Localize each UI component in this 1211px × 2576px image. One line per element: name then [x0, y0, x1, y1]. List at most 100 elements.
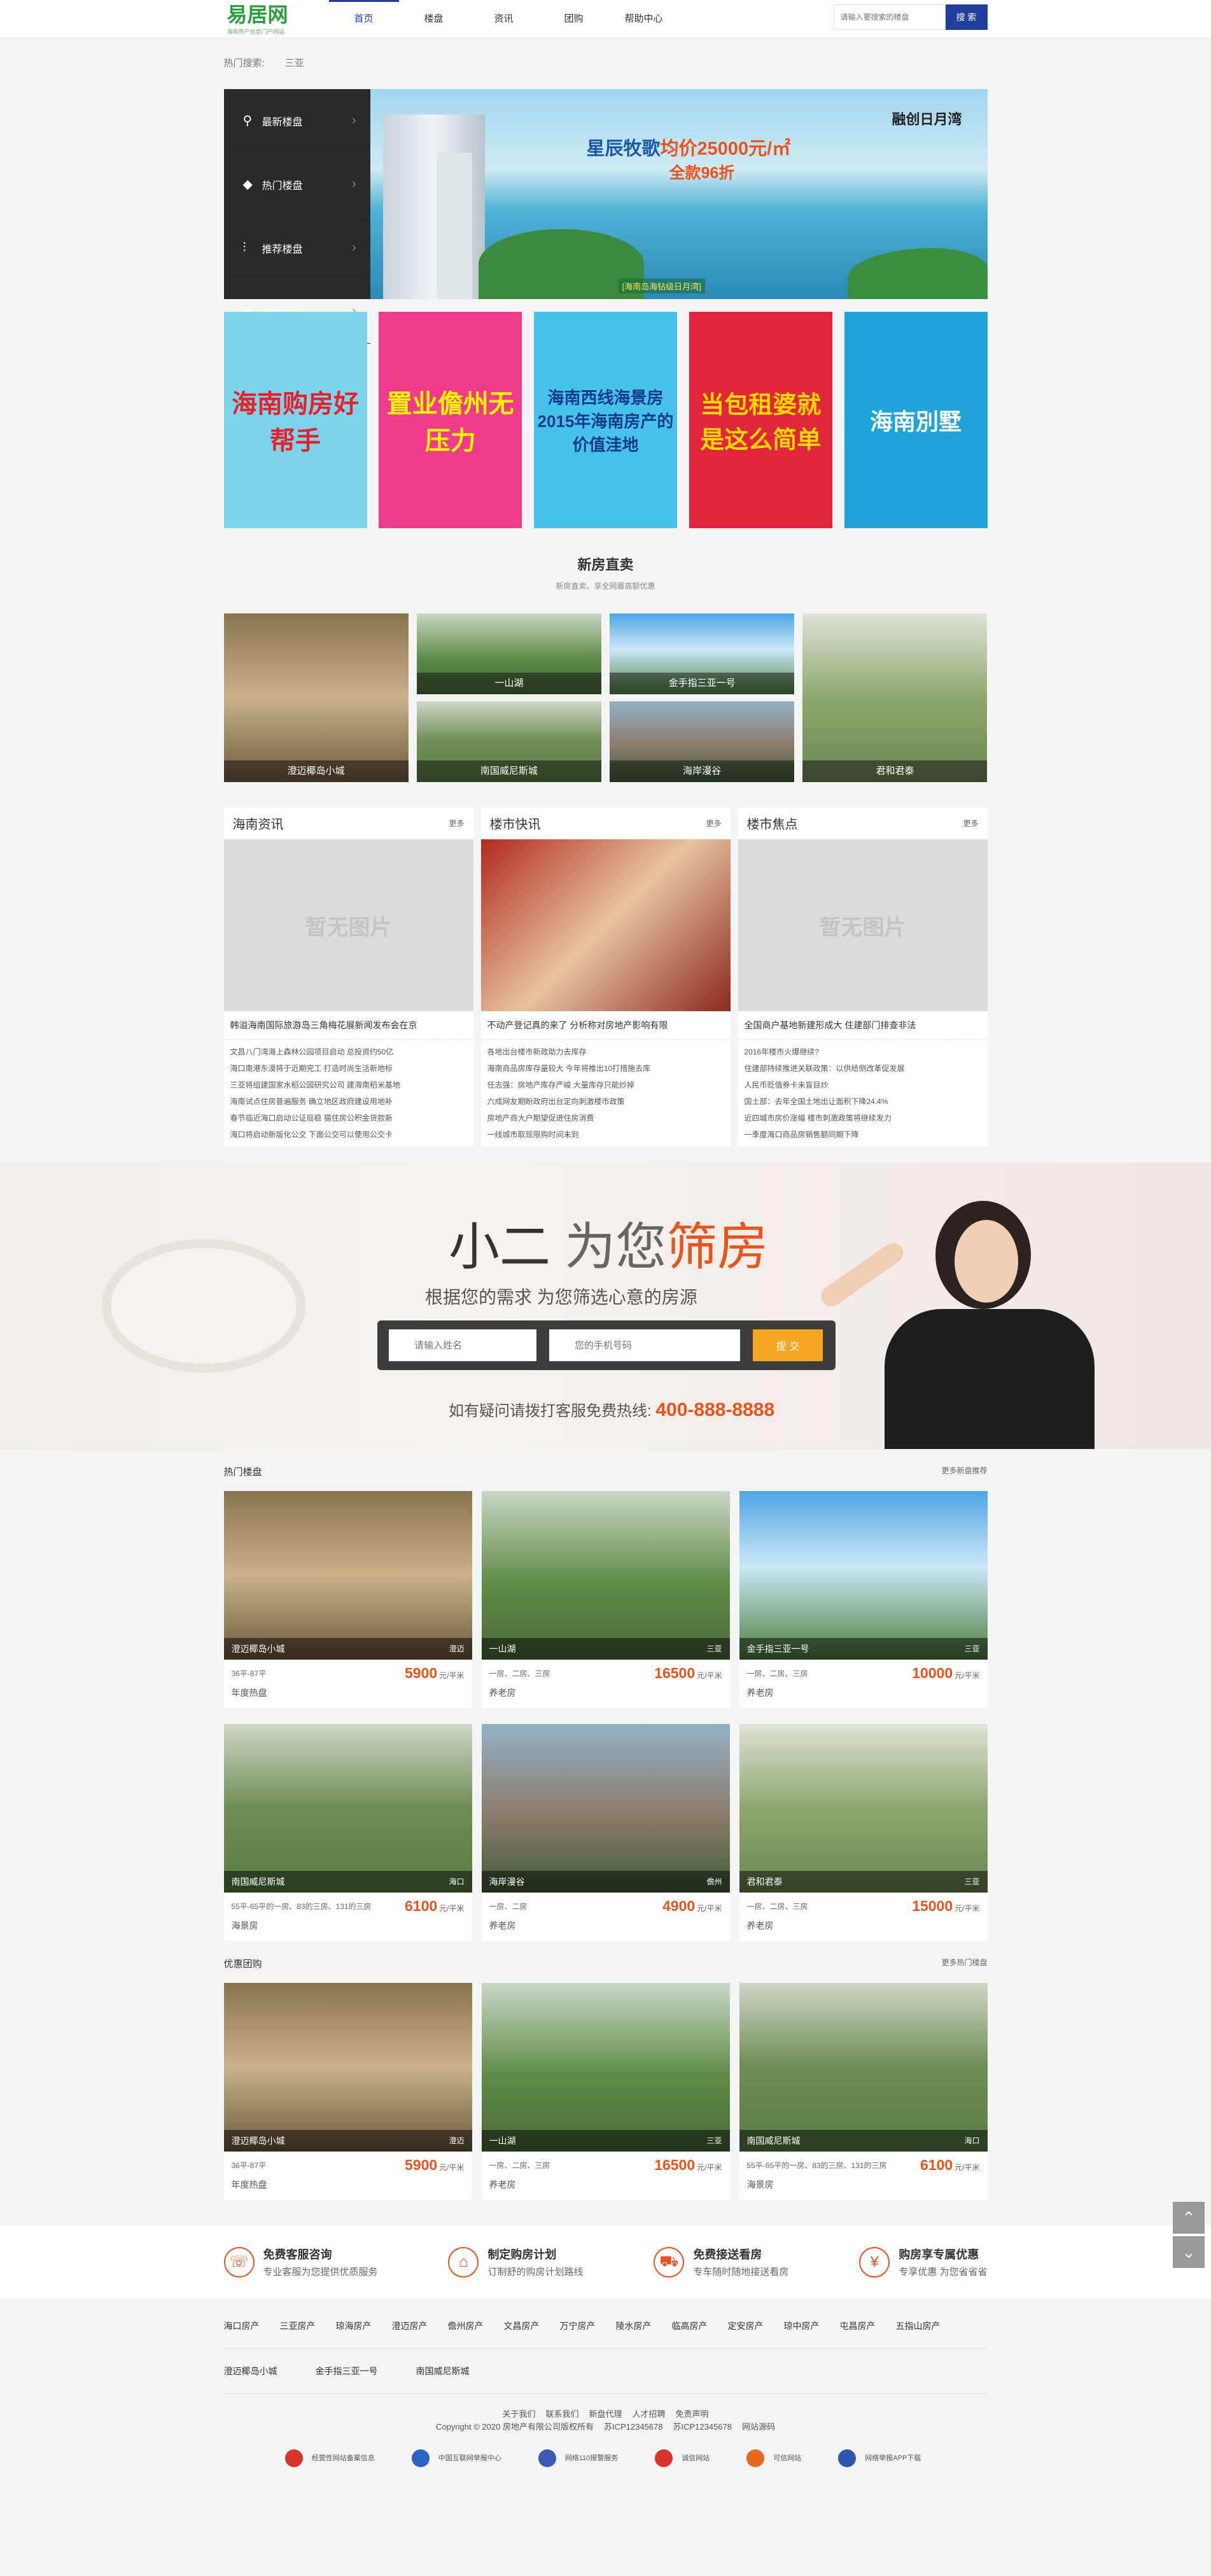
trust-badge[interactable]: 中国互联网举报中心	[405, 2445, 513, 2472]
news-item[interactable]: 六成网友期盼政府出台定向刺激楼市政策	[487, 1093, 724, 1110]
feature-item[interactable]: ☏ 免费客服咨询 专业客服为您提供优质服务	[223, 2246, 378, 2278]
feature-item[interactable]: ¥ 购房享专属优惠 专享优惠 为您省省省	[859, 2246, 987, 2278]
project-card[interactable]: 一山湖 三亚 一房、二房、三房 16500 元/平米 养老房	[481, 1983, 730, 2200]
trust-badge[interactable]: 经营性网站备案信息	[279, 2445, 386, 2472]
sidebar-item-recommend[interactable]: ⫶ 推荐楼盘 ›	[223, 216, 370, 280]
city-link[interactable]: 琼中房产	[784, 2321, 820, 2331]
city-link[interactable]: 三亚房产	[280, 2321, 316, 2331]
project-link[interactable]: 金手指三亚一号	[316, 2366, 378, 2376]
project-card[interactable]: 澄迈椰岛小城 澄迈 36平-87平 5900 元/平米 年度热盘	[223, 1491, 472, 1708]
news-item[interactable]: 海南试点住房普遍服务 确立地区政府建设用地补	[230, 1093, 467, 1110]
project-tile[interactable]: 澄迈椰岛小城	[223, 613, 409, 782]
news-item[interactable]: 人民币贬值券卡未盲目炒	[745, 1077, 981, 1093]
nav-help[interactable]: 帮助中心	[609, 0, 679, 38]
search-input[interactable]	[833, 4, 946, 30]
news-item[interactable]: 近四城市房价涨幅 楼市刺激政策将继续发力	[745, 1110, 981, 1126]
project-tile[interactable]: 南国威尼斯城	[416, 701, 601, 782]
project-card[interactable]: 金手指三亚一号 三亚 一房、二房、三房 10000 元/平米 养老房	[739, 1491, 988, 1708]
city-link[interactable]: 屯昌房产	[840, 2321, 876, 2331]
news-item[interactable]: 海南商品房库存量较大 今年将推出10打措施去库	[487, 1060, 724, 1077]
feature-item[interactable]: ⌂ 制定购房计划 订制舒的购房计划路线	[448, 2246, 583, 2278]
project-tile[interactable]: 海岸漫谷	[610, 701, 795, 782]
news-block: 楼市焦点 更多 暂无图片 全国商户基地新建形成大 住建部门排查非法 2016年楼市…	[738, 808, 988, 1147]
news-item[interactable]: 住建部持续推进关联政策：以供给侧改革促发展	[745, 1060, 981, 1077]
news-headline[interactable]: 不动产登记真的来了 分析称对房地产影响有限	[480, 1011, 731, 1040]
news-item[interactable]: 各地出台楼市新政助力去库存	[487, 1044, 724, 1060]
phone-input[interactable]	[549, 1329, 740, 1361]
more-link[interactable]: 更多	[449, 818, 464, 829]
city-link[interactable]: 琼海房产	[336, 2321, 372, 2331]
news-item[interactable]: 海口南港东漠将于近期完工 打造时尚生活新地标	[230, 1060, 467, 1077]
city-link[interactable]: 儋州房产	[448, 2321, 484, 2331]
project-card[interactable]: 澄迈椰岛小城 澄迈 36平-87平 5900 元/平米 年度热盘	[223, 1983, 472, 2200]
city-link[interactable]: 万宁房产	[560, 2321, 596, 2331]
more-link[interactable]: 更多	[963, 818, 978, 829]
name-input[interactable]	[389, 1329, 536, 1361]
project-tile[interactable]: 一山湖	[416, 613, 601, 694]
project-card[interactable]: 一山湖 三亚 一房、二房、三房 16500 元/平米 养老房	[481, 1491, 730, 1708]
ad-card[interactable]: 海南別墅	[844, 312, 988, 528]
news-headline[interactable]: 韩溢海南国际旅游岛三角梅花展新闻发布会在京	[223, 1011, 473, 1040]
hotline-label: 如有疑问请拨打客服免费热线:	[449, 1403, 652, 1420]
nav-news[interactable]: 资讯	[469, 0, 539, 38]
ad-card[interactable]: 置业儋州无压力	[379, 312, 522, 528]
footer-link[interactable]: 人才招聘	[633, 2409, 666, 2419]
news-item[interactable]: 三亚将组建国家水稻公园研究公司 建海南稻米基地	[230, 1077, 467, 1093]
footer-link[interactable]: 新盘代理	[589, 2409, 622, 2419]
ad-card[interactable]: 海南购房好帮手	[223, 312, 367, 528]
news-item[interactable]: 任志强：房地产库存严峻 大量库存只能炒掉	[487, 1077, 724, 1093]
news-item[interactable]: 一线城市取现限购时间未到	[487, 1126, 724, 1143]
search-button[interactable]: 搜 索	[945, 4, 988, 30]
sidebar-item-hot[interactable]: ◆ 热门楼盘 ›	[223, 153, 370, 216]
feature-item[interactable]: ⛟ 免费接送看房 专车随时随地接送看房	[654, 2246, 788, 2278]
news-item[interactable]: 一季度海口商品房销售额同期下降	[745, 1126, 981, 1143]
more-link[interactable]: 更多	[706, 818, 721, 829]
scroll-down-icon[interactable]: ⌄	[1173, 2236, 1205, 2268]
nav-home[interactable]: 首页	[328, 0, 399, 38]
city-link[interactable]: 定安房产	[728, 2321, 764, 2331]
ad-card[interactable]: 当包租婆就是这么简单	[689, 312, 832, 528]
trust-badge[interactable]: 可信网站	[740, 2445, 813, 2472]
project-card[interactable]: 海岸漫谷 儋州 一房、二房 4900 元/平米 养老房	[481, 1724, 730, 1941]
footer-link[interactable]: 关于我们	[502, 2409, 535, 2419]
more-link[interactable]: 更多热门楼盘	[941, 1957, 987, 1970]
nav-groupbuy[interactable]: 团购	[539, 0, 609, 38]
scroll-up-icon[interactable]: ⌃	[1173, 2202, 1205, 2234]
sidebar-item-new[interactable]: ⚲ 最新楼盘 ›	[223, 89, 370, 153]
submit-button[interactable]: 提 交	[753, 1329, 823, 1361]
city-link[interactable]: 海口房产	[224, 2321, 260, 2331]
project-link[interactable]: 澄迈椰岛小城	[224, 2366, 277, 2376]
news-item[interactable]: 2016年楼市火爆继续?	[745, 1044, 981, 1060]
hero-banner[interactable]: 融创日月湾 星辰牧歌均价25000元/㎡ 全款96折 [海南岛海钻级日月湾]	[370, 89, 988, 299]
nav-buildings[interactable]: 楼盘	[399, 0, 469, 38]
footer-link[interactable]: 免责声明	[676, 2409, 709, 2419]
site-logo[interactable]: 易居网 海南房产信息门户网站	[227, 4, 288, 36]
trust-badge[interactable]: 网络110报警服务	[532, 2445, 630, 2472]
footer-link[interactable]: 联系我们	[545, 2409, 578, 2419]
news-headline[interactable]: 全国商户基地新建形成大 住建部门排查非法	[738, 1011, 988, 1040]
ad-card[interactable]: 海南西线海景房2015年海南房产的价值洼地	[534, 312, 677, 528]
city-link[interactable]: 澄迈房产	[392, 2321, 428, 2331]
trust-badge[interactable]: 网络举报APP下载	[832, 2445, 932, 2472]
stat-link[interactable]: 网站源码	[742, 2422, 775, 2432]
more-link[interactable]: 更多新盘推荐	[941, 1465, 987, 1478]
news-item[interactable]: 房地产商大户期望促进住房消费	[487, 1110, 724, 1126]
hot-search-keyword[interactable]: 三亚	[285, 58, 304, 69]
project-tile[interactable]: 金手指三亚一号	[610, 613, 795, 694]
project-tile[interactable]: 君和君泰	[802, 613, 988, 782]
news-item[interactable]: 文昌八门湾海上森林公园项目启动 总投资约50亿	[230, 1044, 467, 1060]
news-item[interactable]: 国土部：去年全国土地出让面积下降24.4%	[745, 1093, 981, 1110]
news-photo[interactable]	[480, 839, 731, 1011]
trust-badge[interactable]: 诚信网站	[648, 2445, 721, 2472]
project-card[interactable]: 君和君泰 三亚 一房、二房、三房 15000 元/平米 养老房	[739, 1724, 988, 1941]
project-link[interactable]: 南国威尼斯城	[416, 2366, 470, 2376]
city-link[interactable]: 文昌房产	[504, 2321, 540, 2331]
news-item[interactable]: 春节临近海口启动公证局稳 猫住房公积金贷款新	[230, 1110, 467, 1126]
project-card[interactable]: 南国威尼斯城 海口 55平-65平的一房、83的三房、131的三房 6100 元/平米海…	[739, 1983, 988, 2200]
city-link[interactable]: 临高房产	[672, 2321, 708, 2331]
city-link[interactable]: 陵水房产	[616, 2321, 652, 2331]
project-card[interactable]: 南国威尼斯城 海口 55平-65平的一房、83的三房、131的三房 6100 元/平米海…	[223, 1724, 472, 1941]
city-link[interactable]: 五指山房产	[896, 2321, 941, 2331]
news-item[interactable]: 海口将启动新版化公交 下面公交可以使用公交卡	[230, 1126, 467, 1143]
project-price: 10000 元/平米	[912, 1665, 979, 1682]
